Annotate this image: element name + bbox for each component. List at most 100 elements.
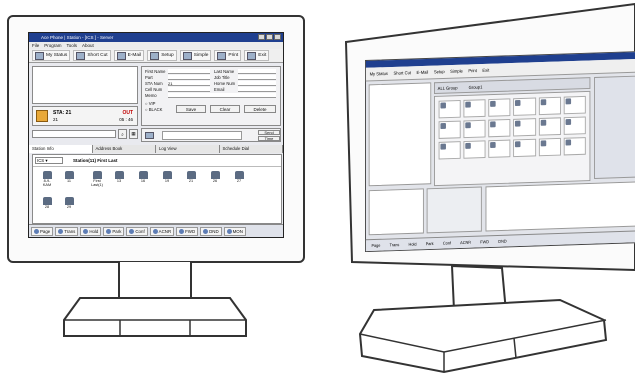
exit-button[interactable]: Exit	[244, 50, 270, 61]
conf-button[interactable]: Conf	[126, 226, 148, 236]
station-cell[interactable]	[463, 99, 486, 118]
phone-item[interactable]: 11	[63, 171, 75, 187]
right-simple-button[interactable]: Simple	[450, 69, 463, 74]
park-button[interactable]: Park	[103, 226, 125, 236]
station-select[interactable]: ICS ▾	[35, 157, 63, 164]
tab-schedule-dial[interactable]: Schedule Dial	[219, 145, 283, 153]
phone-item[interactable]: 13	[113, 171, 125, 187]
station-cell[interactable]	[438, 99, 461, 119]
station-cell[interactable]	[563, 116, 586, 135]
right-page-button[interactable]: Page	[371, 243, 380, 248]
right-left-panel[interactable]	[368, 82, 432, 187]
phone-item[interactable]: 8-9-KAM	[41, 171, 53, 187]
maximize-icon[interactable]	[266, 34, 273, 40]
right-fwd-button[interactable]: FWD	[480, 239, 489, 244]
station-cell[interactable]	[513, 138, 536, 158]
phone-item[interactable]: 19	[161, 171, 173, 187]
phone-item[interactable]: 27	[233, 171, 245, 187]
message-panel[interactable]	[32, 66, 138, 104]
search-button[interactable]: ⌕	[118, 129, 127, 139]
phone-item[interactable]: 26	[209, 171, 221, 187]
right-conf-button[interactable]: Conf	[443, 240, 451, 245]
job-title-field[interactable]	[238, 75, 276, 80]
right-bottom-panel-2[interactable]	[426, 186, 482, 234]
phone-item[interactable]: 28	[41, 197, 53, 213]
right-hold-button[interactable]: Hold	[409, 242, 417, 247]
right-my-status-button[interactable]: My Status	[370, 71, 388, 77]
tab-group1[interactable]: Group1	[469, 85, 483, 90]
station-cell[interactable]	[438, 120, 461, 139]
station-cell[interactable]	[438, 141, 461, 160]
station-cell[interactable]	[538, 96, 561, 116]
black-radio[interactable]: ○ BLACK	[145, 107, 162, 112]
clear-button[interactable]: Clear	[210, 105, 240, 113]
right-acnr-button[interactable]: ACNR	[460, 240, 471, 245]
station-cell[interactable]	[488, 139, 511, 158]
cell-num-field[interactable]	[168, 87, 210, 92]
simple-button[interactable]: Simple	[179, 50, 212, 61]
message-input[interactable]	[162, 131, 242, 140]
right-short-cut-button[interactable]: Short Cut	[394, 70, 411, 75]
station-cell[interactable]	[563, 95, 586, 115]
right-setup-button[interactable]: Setup	[434, 69, 445, 74]
setup-button[interactable]: Setup	[147, 50, 177, 61]
trans-button[interactable]: Trans	[55, 226, 79, 236]
phone-item[interactable]: First Last(1)	[89, 171, 105, 187]
send-button[interactable]: Send	[258, 130, 280, 135]
station-cell[interactable]	[513, 97, 536, 116]
station-cell[interactable]	[538, 137, 561, 157]
station-cell[interactable]	[563, 137, 586, 156]
station-cell[interactable]	[513, 118, 536, 137]
tab-address-book[interactable]: Address Book	[92, 145, 156, 153]
email-field[interactable]	[238, 87, 276, 92]
tab-all-group[interactable]: ALL Group	[438, 85, 458, 91]
station-cell[interactable]	[538, 117, 561, 136]
station-cell[interactable]	[463, 119, 486, 139]
right-bottom-panel-1[interactable]	[368, 188, 424, 236]
hold-button[interactable]: Hold	[80, 226, 102, 236]
first-name-field[interactable]	[168, 69, 210, 74]
mon-button[interactable]: MON	[223, 226, 246, 236]
sta-panel[interactable]: STA: 21 21 OUT 05 : 46	[32, 106, 138, 126]
print-button[interactable]: Print	[214, 50, 242, 61]
dnd-button[interactable]: DND	[200, 226, 222, 236]
menu-file[interactable]: File	[32, 42, 39, 49]
menu-program[interactable]: Program	[44, 42, 61, 49]
right-trans-button[interactable]: Trans	[390, 242, 400, 247]
menu-about[interactable]: About	[82, 42, 94, 49]
right-bottom-panel-3[interactable]	[485, 181, 635, 232]
memo-field[interactable]	[168, 93, 276, 98]
right-side-tabs[interactable]	[594, 75, 635, 179]
tab-log-view[interactable]: Log View	[156, 145, 220, 153]
part-field[interactable]	[168, 75, 210, 80]
search-input[interactable]	[32, 130, 116, 138]
tab-station-info[interactable]: Station Info	[29, 145, 93, 153]
sta-num-field[interactable]: 21	[168, 81, 210, 86]
right-exit-button[interactable]: Exit	[482, 68, 489, 73]
vip-radio[interactable]: ○ VIP	[145, 101, 155, 106]
last-name-field[interactable]	[238, 69, 276, 74]
station-cell[interactable]	[488, 98, 511, 117]
email-button[interactable]: E-Mail	[113, 50, 145, 61]
station-cell[interactable]	[488, 118, 511, 138]
dial-button[interactable]: ▦	[129, 129, 138, 139]
station-cell[interactable]	[463, 140, 486, 159]
phone-item[interactable]: 21	[185, 171, 197, 187]
acnr-button[interactable]: ACNR	[149, 226, 175, 236]
time-button[interactable]: Time	[258, 136, 280, 141]
close-icon[interactable]	[274, 34, 281, 40]
my-status-button[interactable]: My Status	[32, 50, 71, 61]
right-park-button[interactable]: Park	[426, 241, 434, 246]
home-num-field[interactable]	[238, 81, 276, 86]
save-button[interactable]: Save	[176, 105, 206, 113]
fwd-button[interactable]: FWD	[176, 226, 199, 236]
right-email-button[interactable]: E-Mail	[417, 70, 429, 75]
right-dnd-button[interactable]: DND	[498, 239, 506, 244]
minimize-icon[interactable]	[258, 34, 265, 40]
menu-tools[interactable]: Tools	[67, 42, 78, 49]
delete-button[interactable]: Delete	[244, 105, 276, 113]
phone-item[interactable]: 16	[137, 171, 149, 187]
right-print-button[interactable]: Print	[468, 68, 477, 73]
short-cut-button[interactable]: Short Cut	[73, 50, 111, 61]
phone-item[interactable]: 29	[63, 197, 75, 213]
